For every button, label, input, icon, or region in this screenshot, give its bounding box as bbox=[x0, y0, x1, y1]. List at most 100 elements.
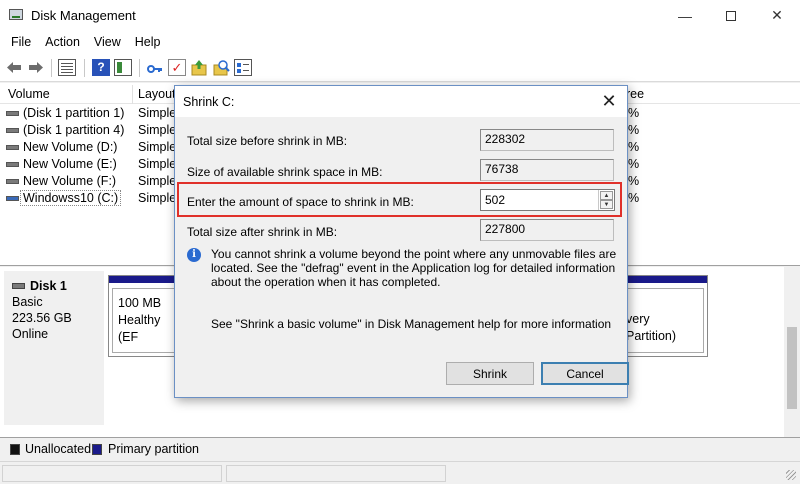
volume-layout: Simple bbox=[138, 157, 177, 171]
volume-free: % bbox=[628, 106, 640, 120]
shrink-button[interactable]: Shrink bbox=[446, 362, 534, 385]
available-space-value: 76738 bbox=[480, 159, 614, 181]
dialog-title: Shrink C: bbox=[183, 95, 235, 109]
total-after-value: 227800 bbox=[480, 219, 614, 241]
volume-name: New Volume (F:) bbox=[23, 174, 117, 188]
show-panel-icon[interactable] bbox=[114, 59, 132, 76]
cancel-button[interactable]: Cancel bbox=[541, 362, 629, 385]
volume-icon bbox=[6, 111, 19, 116]
volume-name: (Disk 1 partition 4) bbox=[23, 123, 125, 137]
volume-name: New Volume (D:) bbox=[23, 140, 118, 154]
shrink-amount-value: 502 bbox=[485, 193, 506, 207]
spin-up-button[interactable]: ▲ bbox=[600, 191, 613, 200]
partition-recovery[interactable]: very Partition) bbox=[616, 275, 708, 357]
folder-up-icon[interactable] bbox=[190, 59, 208, 76]
shrink-amount-label: Enter the amount of space to shrink in M… bbox=[187, 195, 414, 209]
minimize-icon: — bbox=[678, 7, 692, 24]
info-icon: i bbox=[187, 248, 201, 262]
available-space-label: Size of available shrink space in MB: bbox=[187, 165, 383, 179]
unallocated-swatch bbox=[10, 444, 20, 455]
disk-name: Disk 1 bbox=[30, 279, 67, 293]
disk-info[interactable]: Disk 1 Basic 223.56 GB Online bbox=[4, 271, 104, 425]
help-icon[interactable]: ? bbox=[92, 59, 110, 76]
toolbar-separator bbox=[139, 59, 140, 77]
volume-free: % bbox=[628, 191, 640, 205]
volume-layout: Simple bbox=[138, 106, 177, 120]
menu-file[interactable]: File bbox=[4, 35, 38, 49]
close-icon: ✕ bbox=[771, 7, 783, 23]
minimize-button[interactable]: — bbox=[662, 0, 708, 31]
forward-arrow-icon[interactable] bbox=[27, 59, 45, 76]
maximize-button[interactable] bbox=[708, 0, 754, 31]
disk-size: 223.56 GB bbox=[12, 311, 72, 325]
maximize-icon bbox=[726, 10, 736, 21]
disk-icon bbox=[12, 283, 25, 289]
disk-management-icon bbox=[9, 9, 23, 20]
status-bar bbox=[0, 461, 800, 484]
volume-free: % bbox=[628, 140, 640, 154]
partition-bar bbox=[109, 276, 179, 283]
toolbar-separator bbox=[84, 59, 85, 77]
volume-name: Windowss10 (C:) bbox=[19, 190, 122, 206]
partition-size: 100 MB bbox=[118, 296, 162, 310]
column-layout[interactable]: Layout bbox=[138, 87, 176, 101]
total-before-value: 228302 bbox=[480, 129, 614, 151]
system-volume-icon bbox=[6, 196, 19, 201]
check-icon[interactable]: ✓ bbox=[168, 59, 186, 76]
back-arrow-icon[interactable] bbox=[5, 59, 23, 76]
volume-icon bbox=[6, 128, 19, 133]
volume-name: New Volume (E:) bbox=[23, 157, 117, 171]
dialog-title-bar: Shrink C: ✕ bbox=[175, 86, 627, 117]
volume-layout: Simple bbox=[138, 123, 177, 137]
disk-status: Online bbox=[12, 327, 49, 341]
menu-view[interactable]: View bbox=[87, 35, 128, 49]
info-message: You cannot shrink a volume beyond the po… bbox=[211, 247, 617, 289]
disk-type: Basic bbox=[12, 295, 43, 309]
volume-layout: Simple bbox=[138, 140, 177, 154]
properties-icon[interactable] bbox=[234, 59, 252, 76]
volume-icon bbox=[6, 162, 19, 167]
spinner: ▲ ▼ bbox=[598, 190, 614, 210]
volume-icon bbox=[6, 179, 19, 184]
primary-partition-swatch bbox=[92, 444, 102, 455]
total-after-label: Total size after shrink in MB: bbox=[187, 225, 338, 239]
column-divider[interactable] bbox=[132, 85, 133, 104]
column-free[interactable]: ree bbox=[626, 87, 644, 101]
spin-down-button[interactable]: ▼ bbox=[600, 200, 613, 209]
partition-bar bbox=[617, 276, 707, 283]
toolbar-separator bbox=[51, 59, 52, 77]
shrink-dialog: Shrink C: ✕ Total size before shrink in … bbox=[174, 85, 629, 398]
menu-bar: File Action View Help bbox=[0, 31, 800, 53]
shrink-amount-input[interactable]: 502 ▲ ▼ bbox=[480, 189, 615, 211]
volume-icon bbox=[6, 145, 19, 150]
status-segment bbox=[226, 465, 446, 482]
close-button[interactable]: ✕ bbox=[754, 0, 800, 31]
window-title: Disk Management bbox=[31, 8, 136, 23]
menu-help[interactable]: Help bbox=[128, 35, 168, 49]
partition-status: Healthy (EF bbox=[118, 313, 161, 344]
connect-icon[interactable] bbox=[146, 59, 164, 76]
legend-primary: Primary partition bbox=[108, 442, 199, 456]
dialog-close-button[interactable]: ✕ bbox=[595, 89, 623, 113]
toolbar: ? ✓ bbox=[0, 53, 800, 82]
volume-free: % bbox=[628, 157, 640, 171]
volume-layout: Simple bbox=[138, 174, 177, 188]
list-view-icon[interactable] bbox=[58, 59, 76, 76]
scrollbar-thumb[interactable] bbox=[787, 327, 797, 409]
volume-name: (Disk 1 partition 1) bbox=[23, 106, 125, 120]
title-bar: Disk Management — ✕ bbox=[0, 0, 800, 31]
vertical-scrollbar[interactable] bbox=[784, 267, 800, 437]
partition-status: very Partition) bbox=[626, 312, 677, 343]
legend-unallocated: Unallocated bbox=[25, 442, 92, 456]
volume-free: % bbox=[628, 174, 640, 188]
search-folder-icon[interactable] bbox=[212, 59, 230, 76]
resize-grip[interactable] bbox=[786, 470, 796, 480]
status-segment bbox=[2, 465, 222, 482]
help-message: See "Shrink a basic volume" in Disk Mana… bbox=[211, 317, 612, 331]
close-icon: ✕ bbox=[601, 90, 617, 111]
partition-efi[interactable]: 100 MB Healthy (EF bbox=[108, 275, 180, 357]
volume-free: % bbox=[628, 123, 640, 137]
legend: Unallocated Primary partition bbox=[0, 437, 800, 461]
menu-action[interactable]: Action bbox=[38, 35, 87, 49]
column-volume[interactable]: Volume bbox=[8, 87, 50, 101]
